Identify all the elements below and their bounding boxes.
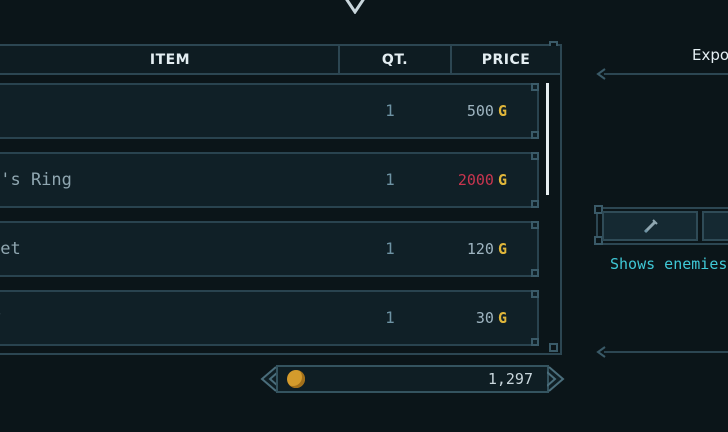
price-value: 120 bbox=[466, 240, 494, 258]
currency-label: G bbox=[497, 240, 507, 258]
table-row[interactable]: w 1 30G bbox=[0, 290, 539, 346]
row-corner bbox=[531, 338, 539, 346]
chevron-left-icon bbox=[260, 366, 278, 392]
table-row[interactable]: r's Ring 1 2000G bbox=[0, 152, 539, 208]
header-qty: QT. bbox=[381, 52, 409, 68]
table-row[interactable]: let 1 120G bbox=[0, 221, 539, 277]
divider-line bbox=[604, 351, 728, 353]
table-row[interactable]: g 1 500G bbox=[0, 83, 539, 139]
item-price: 2000 G bbox=[458, 154, 507, 206]
table-header: ITEM QT. PRICE bbox=[0, 46, 560, 75]
tab-weapon[interactable] bbox=[602, 211, 698, 241]
frame-corner bbox=[549, 343, 558, 352]
header-item: ITEM bbox=[149, 52, 191, 68]
row-corner bbox=[531, 221, 539, 229]
item-price: 500 G bbox=[467, 85, 507, 137]
item-price: 120 G bbox=[467, 223, 507, 275]
price-value: 2000 bbox=[457, 171, 494, 189]
item-qty: 1 bbox=[385, 170, 395, 189]
gold-amount: 1,297 bbox=[487, 370, 533, 388]
item-price: 30 G bbox=[476, 292, 507, 344]
coin-icon bbox=[287, 370, 305, 388]
row-corner bbox=[531, 131, 539, 139]
price-value: 500 bbox=[466, 102, 494, 120]
item-qty: 1 bbox=[385, 239, 395, 258]
row-corner bbox=[531, 200, 539, 208]
currency-label: G bbox=[497, 171, 507, 189]
currency-label: G bbox=[497, 309, 507, 327]
item-qty: 1 bbox=[385, 308, 395, 327]
row-corner bbox=[531, 290, 539, 298]
chevron-right-icon bbox=[547, 366, 565, 392]
row-corner bbox=[531, 152, 539, 160]
row-corner bbox=[531, 83, 539, 91]
panel-title: Expo bbox=[692, 46, 728, 64]
divider-line bbox=[604, 73, 728, 75]
tab-next[interactable] bbox=[702, 211, 728, 241]
gold-counter: 1,297 bbox=[276, 365, 549, 393]
header-price: PRICE bbox=[481, 52, 531, 68]
top-chevron-icon[interactable] bbox=[337, 0, 373, 14]
item-qty: 1 bbox=[385, 101, 395, 120]
sword-icon bbox=[643, 219, 658, 234]
row-corner bbox=[531, 269, 539, 277]
shop-screen: ITEM QT. PRICE g 1 500G r's Ring 1 2000G… bbox=[0, 0, 728, 432]
currency-label: G bbox=[497, 102, 507, 120]
price-value: 30 bbox=[475, 309, 494, 327]
scrollbar[interactable] bbox=[546, 83, 549, 195]
tab-description: Shows enemies bbox=[610, 255, 728, 273]
item-name: let bbox=[0, 239, 21, 259]
item-name: r's Ring bbox=[0, 170, 72, 190]
